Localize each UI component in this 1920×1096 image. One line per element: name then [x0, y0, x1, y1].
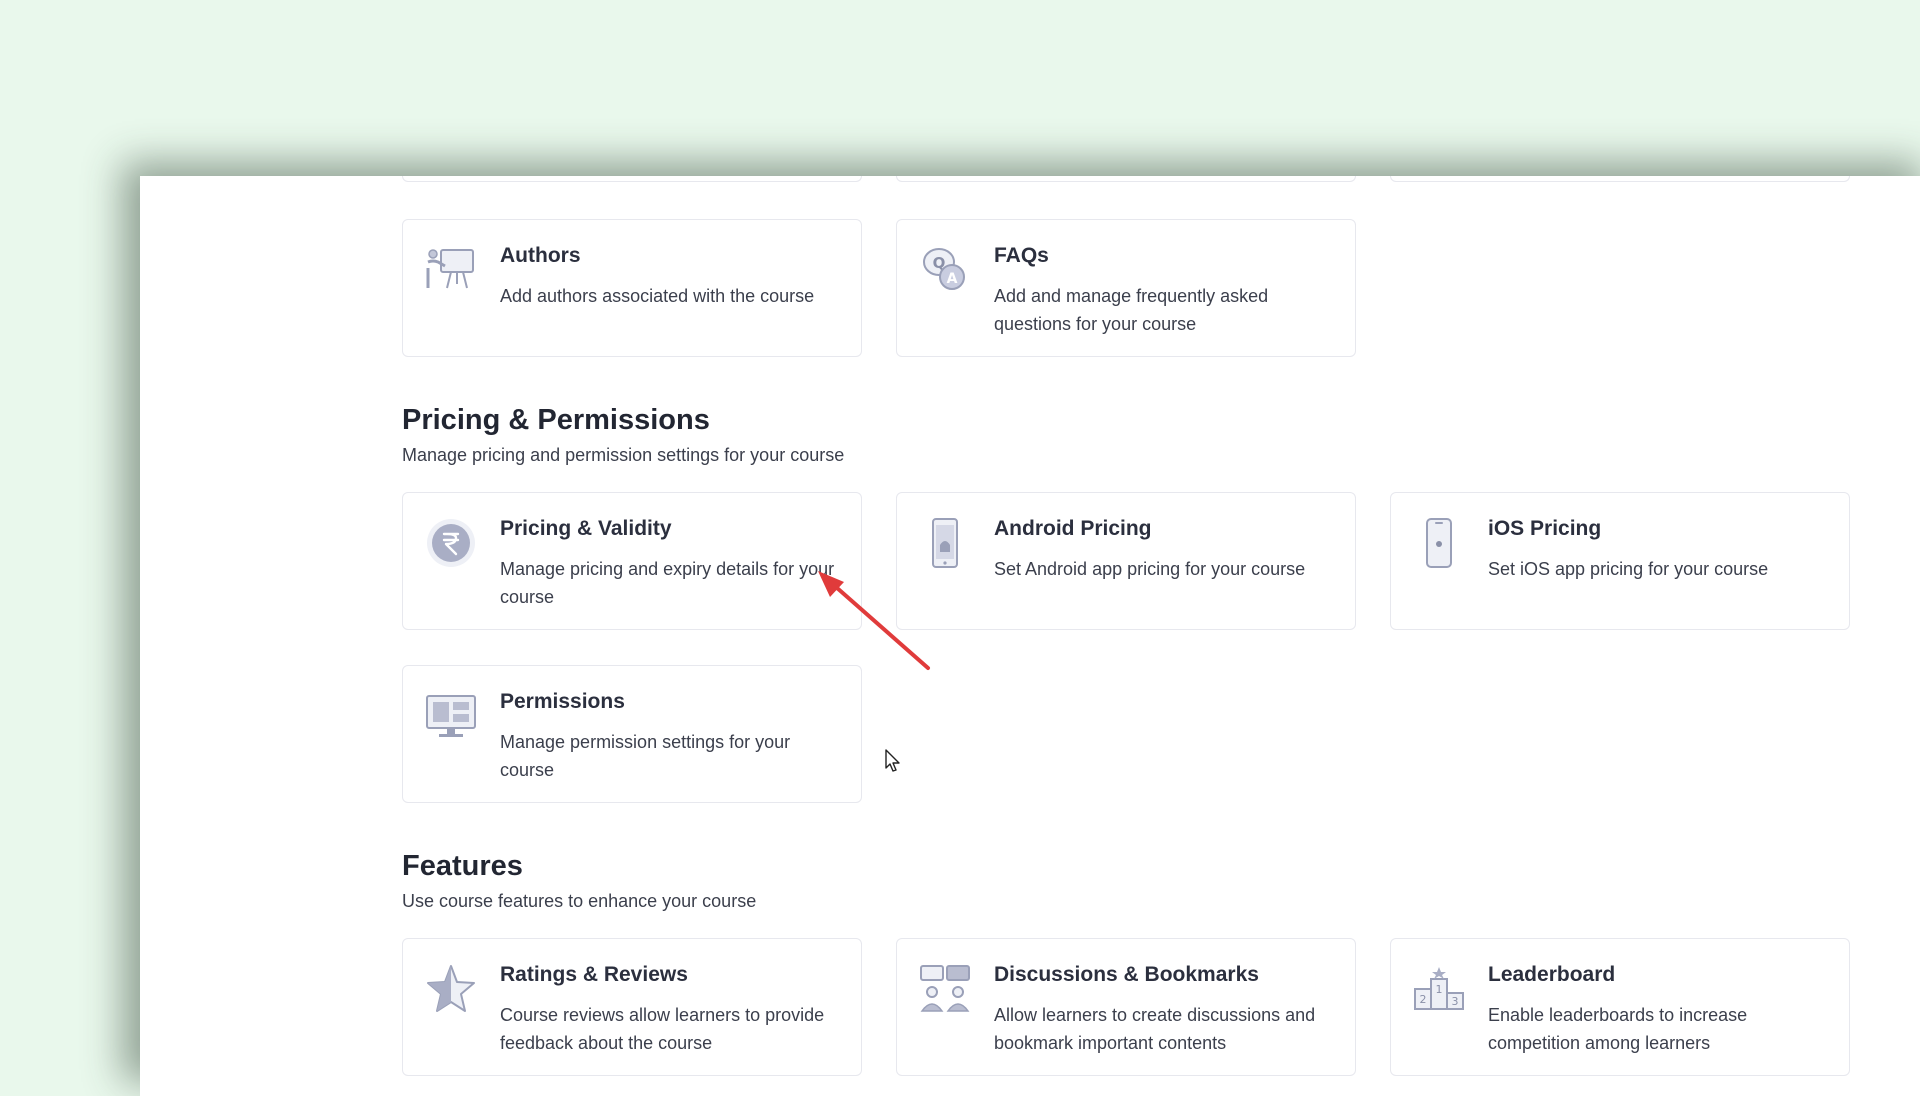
card-title: iOS Pricing — [1488, 517, 1602, 540]
card-partial[interactable] — [1390, 176, 1850, 182]
svg-text:1: 1 — [1436, 983, 1443, 996]
card-description: Manage permission settings for your cour… — [500, 732, 791, 780]
card-description: Set iOS app pricing for your course — [1488, 559, 1769, 579]
card-pricing-validity[interactable]: Pricing & Validity Manage pricing and ex… — [402, 492, 862, 630]
monitor-icon — [425, 690, 477, 742]
svg-text:2: 2 — [1420, 993, 1427, 1006]
card-description: Enable leaderboards to increase competit… — [1488, 1005, 1748, 1053]
presenter-icon — [425, 244, 477, 296]
card-description: Set Android app pricing for your course — [994, 559, 1306, 579]
card-permissions[interactable]: Permissions Manage permission settings f… — [402, 665, 862, 803]
card-description: Allow learners to create discussions and… — [994, 1005, 1316, 1053]
card-ratings-reviews[interactable]: Ratings & Reviews Course reviews allow l… — [402, 938, 862, 1076]
annotation-arrow-icon — [818, 571, 930, 670]
card-title: Ratings & Reviews — [500, 963, 688, 986]
android-phone-icon — [919, 517, 971, 569]
card-title: Android Pricing — [994, 517, 1152, 540]
rupee-icon — [425, 517, 477, 569]
card-description: Add authors associated with the course — [500, 286, 815, 306]
card-faqs[interactable]: Q A FAQs Add and manage frequently asked… — [896, 219, 1356, 357]
card-title: Pricing & Validity — [500, 517, 672, 540]
card-android-pricing[interactable]: Android Pricing Set Android app pricing … — [896, 492, 1356, 630]
card-ios-pricing[interactable]: iOS Pricing Set iOS app pricing for your… — [1390, 492, 1850, 630]
section-title: Pricing & Permissions — [402, 404, 710, 436]
section-subtitle: Use course features to enhance your cour… — [402, 891, 757, 911]
section-title: Features — [402, 850, 523, 882]
card-leaderboard[interactable]: 1 2 3 Leaderboard Enable leaderboards to… — [1390, 938, 1850, 1076]
iphone-icon — [1413, 517, 1465, 569]
card-description: Manage pricing and expiry details for yo… — [500, 559, 835, 607]
card-description: Course reviews allow learners to provide… — [500, 1005, 825, 1053]
app-window: Authors Add authors associated with the … — [140, 176, 1920, 1096]
card-description: Add and manage frequently asked question… — [994, 286, 1269, 334]
svg-text:A: A — [947, 271, 958, 287]
faq-icon: Q A — [919, 244, 971, 296]
card-title: FAQs — [994, 244, 1049, 267]
card-title: Discussions & Bookmarks — [994, 963, 1259, 986]
card-title: Leaderboard — [1488, 963, 1616, 986]
card-authors[interactable]: Authors Add authors associated with the … — [402, 219, 862, 357]
svg-text:3: 3 — [1452, 995, 1459, 1008]
podium-icon: 1 2 3 — [1413, 963, 1465, 1015]
card-partial[interactable] — [402, 176, 862, 182]
star-icon — [425, 963, 477, 1015]
mouse-cursor-icon — [885, 749, 900, 772]
card-title: Authors — [500, 244, 581, 267]
discussion-icon — [919, 963, 971, 1015]
card-partial[interactable] — [896, 176, 1356, 182]
section-subtitle: Manage pricing and permission settings f… — [402, 445, 845, 465]
card-title: Permissions — [500, 690, 625, 713]
card-discussions-bookmarks[interactable]: Discussions & Bookmarks Allow learners t… — [896, 938, 1356, 1076]
